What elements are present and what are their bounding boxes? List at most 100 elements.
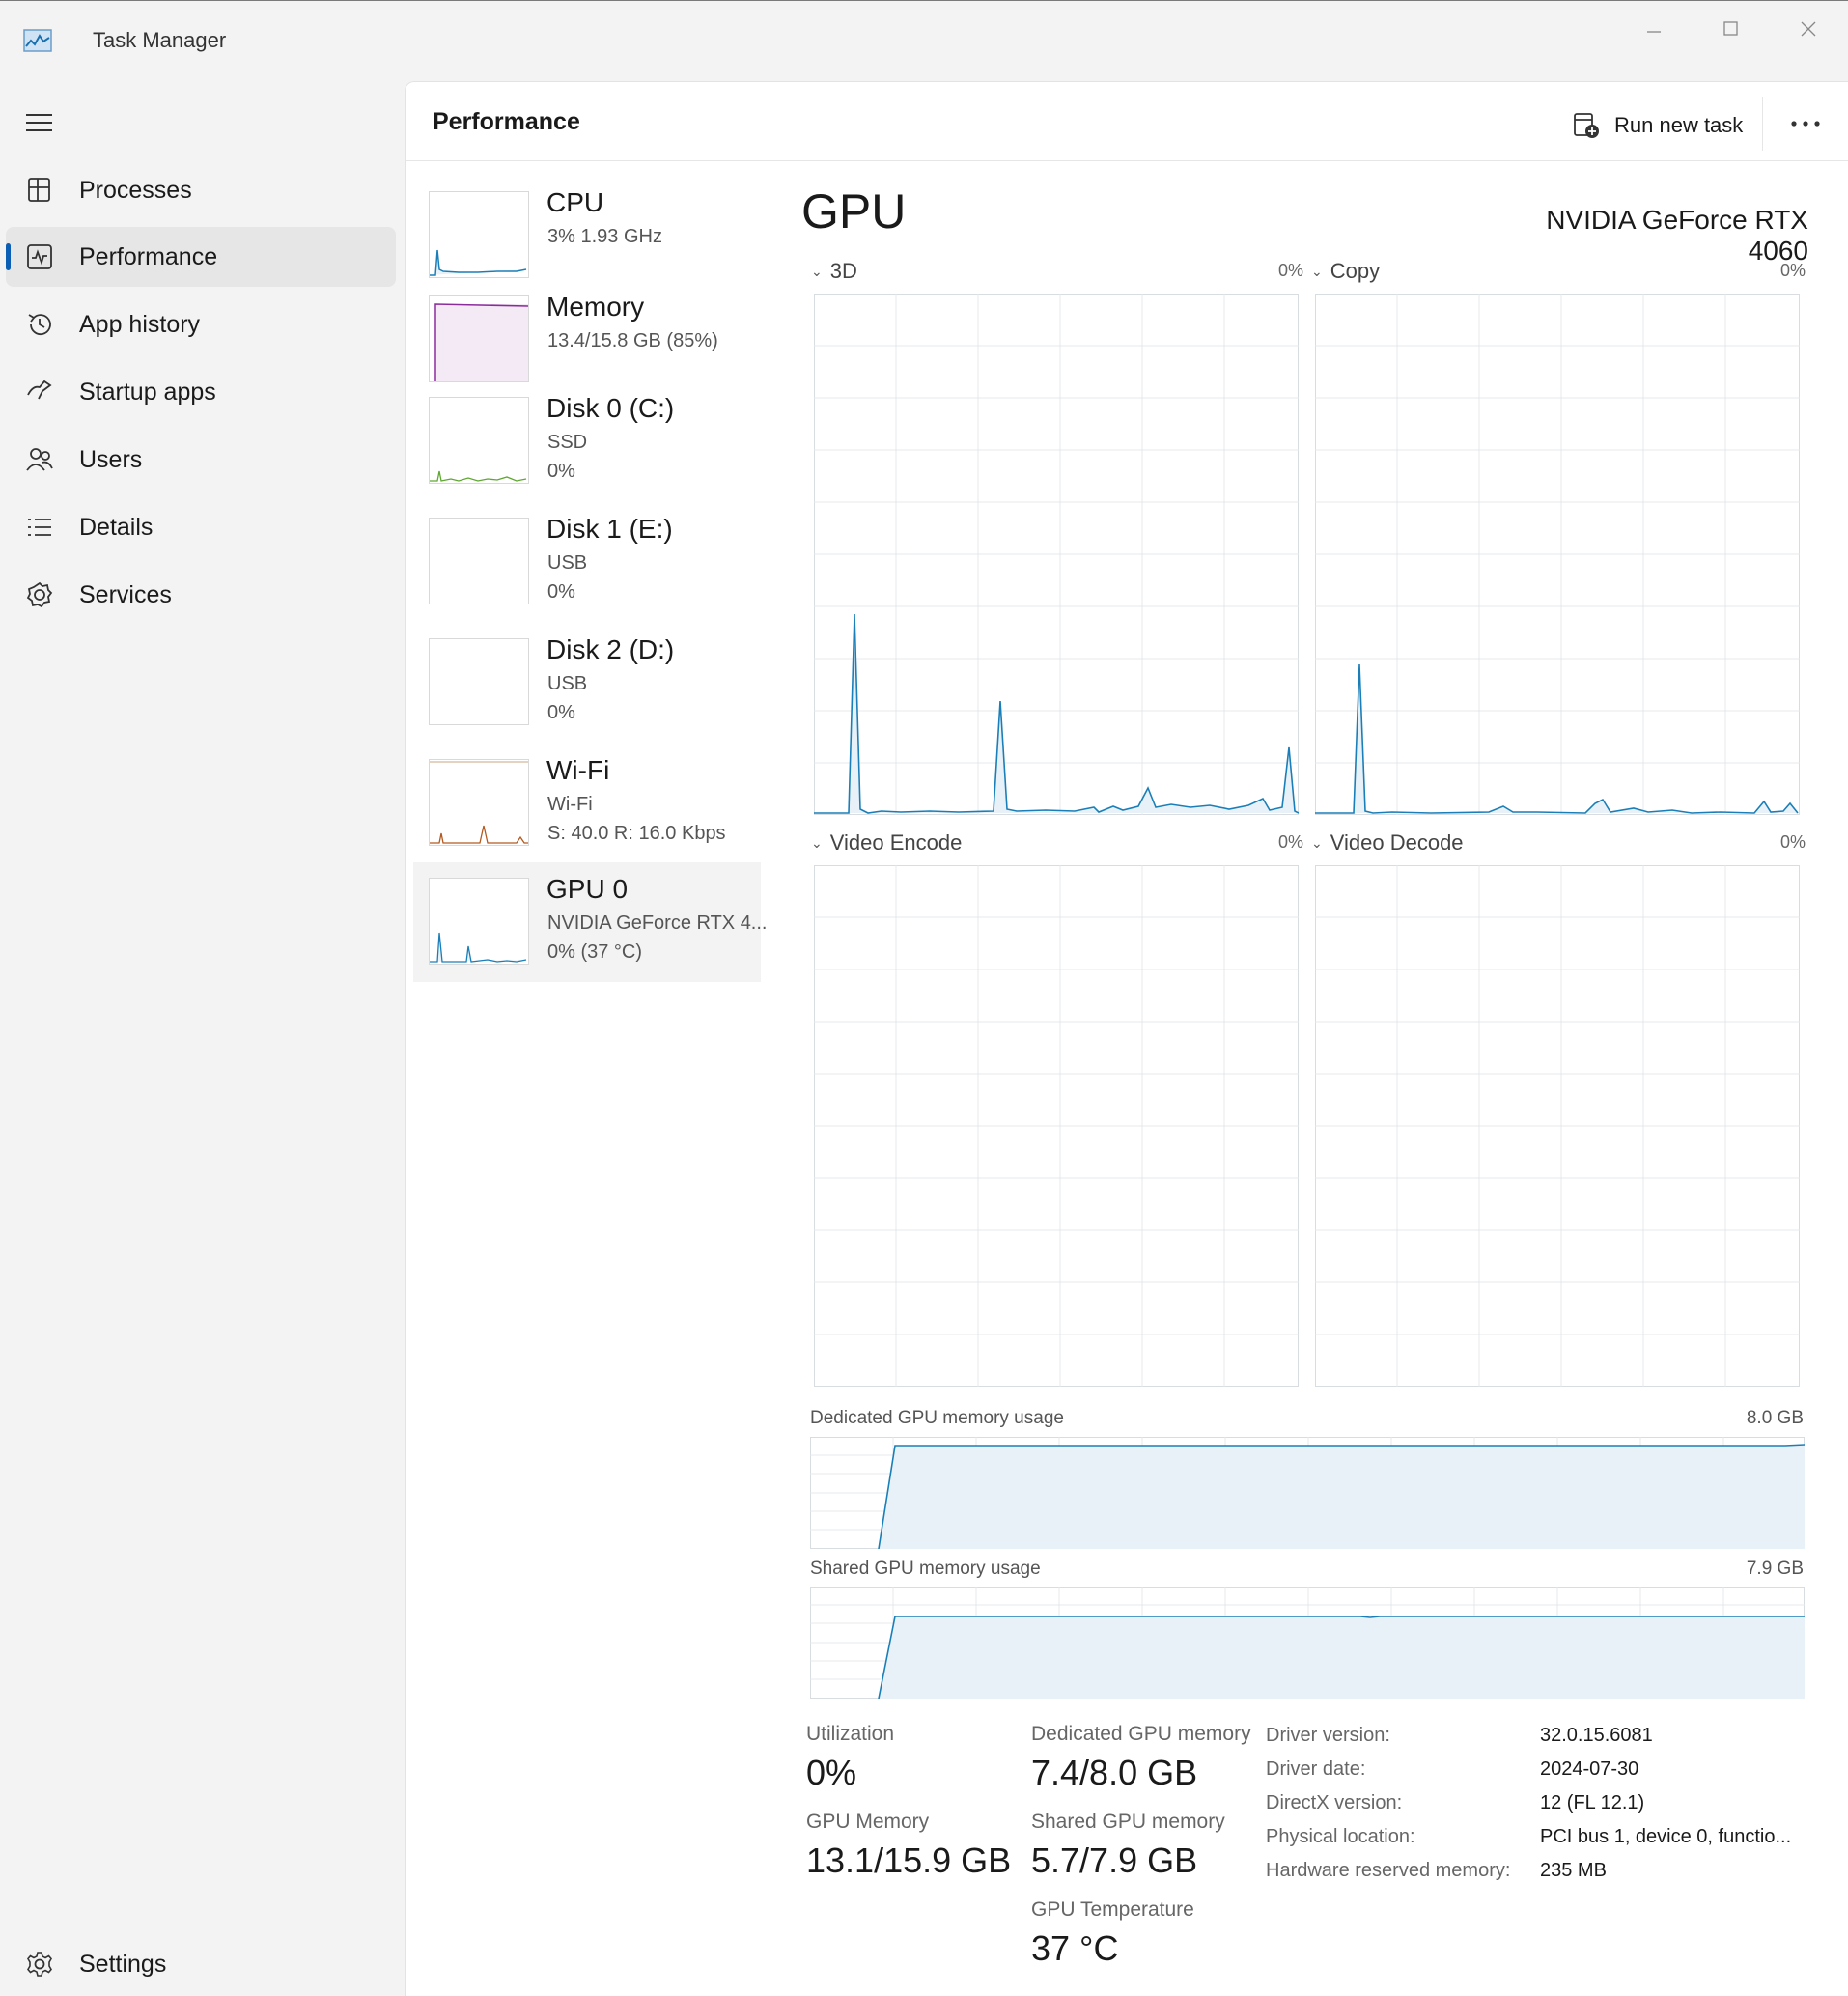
info-value: 235 MB: [1540, 1860, 1607, 1881]
gpu-title: GPU: [801, 184, 907, 239]
graph-video-encode: [814, 865, 1299, 1387]
nav-item-settings[interactable]: Settings: [6, 1937, 396, 1991]
nav-item-performance[interactable]: Performance: [6, 227, 396, 287]
disk-1-thumbnail-graph: [429, 518, 529, 604]
resource-name: Disk 0 (C:): [546, 393, 675, 423]
hamburger-menu-button[interactable]: [23, 108, 56, 137]
info-label: Hardware reserved memory:: [1266, 1860, 1511, 1881]
resource-item-cpu[interactable]: CPU 3% 1.93 GHz: [413, 183, 761, 299]
startup-icon: [25, 378, 54, 407]
engine-selector-copy[interactable]: ⌄ Copy: [1311, 259, 1380, 284]
chevron-down-icon: ⌄: [1311, 263, 1323, 279]
resource-detail: 0%: [547, 461, 575, 482]
info-value: PCI bus 1, device 0, functio...: [1540, 1826, 1792, 1847]
nav-item-details[interactable]: Details: [6, 497, 396, 557]
disk-2-thumbnail-graph: [429, 638, 529, 725]
engine-percent: 0%: [1277, 832, 1303, 852]
info-label: Driver version:: [1266, 1725, 1390, 1746]
resource-item-wifi[interactable]: Wi-Fi Wi-Fi S: 40.0 R: 16.0 Kbps: [413, 751, 761, 867]
shared-memory-graph: [810, 1587, 1805, 1699]
resource-item-disk-2[interactable]: Disk 2 (D:) USB 0%: [413, 631, 761, 746]
nav-item-app-history[interactable]: App history: [6, 295, 396, 354]
dedicated-memory-max: 8.0 GB: [1746, 1408, 1804, 1428]
resource-detail: Wi-Fi: [547, 794, 593, 815]
resource-detail: NVIDIA GeForce RTX 4...: [547, 913, 768, 934]
processes-icon: [25, 176, 54, 205]
dedicated-memory-value: 7.4/8.0 GB: [1031, 1753, 1198, 1792]
nav-item-services[interactable]: Services: [6, 565, 396, 625]
settings-label: Settings: [79, 1951, 167, 1978]
chevron-down-icon: ⌄: [811, 263, 823, 279]
nav-item-label: Processes: [79, 177, 192, 204]
graph-3d: [814, 294, 1299, 815]
shared-memory-label: Shared GPU memory: [1031, 1811, 1225, 1833]
nav-item-users[interactable]: Users: [6, 430, 396, 490]
resource-name: Wi-Fi: [546, 755, 610, 785]
more-icon: [1791, 121, 1820, 127]
close-button[interactable]: [1778, 10, 1839, 48]
engine-label: Video Encode: [829, 830, 963, 855]
nav-item-processes[interactable]: Processes: [6, 160, 396, 220]
run-task-label: Run new task: [1614, 113, 1744, 137]
dedicated-memory-label: Dedicated GPU memory: [1031, 1723, 1251, 1745]
utilization-label: Utilization: [806, 1723, 895, 1745]
hamburger-icon: [26, 114, 52, 131]
gpu-temperature-value: 37 °C: [1031, 1928, 1119, 1968]
info-label: Physical location:: [1266, 1826, 1415, 1847]
nav-item-label: Services: [79, 581, 172, 608]
close-icon: [1801, 21, 1816, 37]
cpu-thumbnail-graph: [429, 191, 529, 278]
selection-indicator: [6, 243, 11, 270]
gpu-model-name: NVIDIA GeForce RTX 4060: [1546, 205, 1808, 266]
resource-detail: S: 40.0 R: 16.0 Kbps: [547, 823, 726, 844]
details-icon: [25, 513, 54, 542]
engine-selector-video-encode[interactable]: ⌄ Video Encode: [811, 830, 962, 856]
info-value: 12 (FL 12.1): [1540, 1792, 1645, 1813]
services-icon: [25, 580, 54, 609]
engine-label: Copy: [1330, 259, 1381, 283]
nav-item-startup-apps[interactable]: Startup apps: [6, 362, 396, 422]
more-options-button[interactable]: [1786, 104, 1825, 143]
nav-item-label: App history: [79, 311, 201, 338]
engine-selector-video-decode[interactable]: ⌄ Video Decode: [1311, 830, 1464, 856]
nav-item-label: Users: [79, 446, 143, 473]
resource-name: Disk 2 (D:): [546, 634, 675, 664]
chevron-down-icon: ⌄: [1311, 834, 1323, 851]
nav-item-label: Performance: [79, 243, 218, 270]
maximize-button[interactable]: [1700, 10, 1762, 48]
task-manager-app-icon: [23, 27, 52, 54]
resource-item-gpu-0[interactable]: GPU 0 NVIDIA GeForce RTX 4... 0% (37 °C): [413, 862, 767, 982]
dedicated-memory-graph: [810, 1437, 1805, 1549]
graph-copy: [1315, 294, 1800, 815]
page-title: Performance: [433, 108, 580, 135]
resource-detail: USB: [547, 552, 588, 574]
shared-memory-graph-label: Shared GPU memory usage: [810, 1559, 1041, 1579]
resource-item-memory[interactable]: Memory 13.4/15.8 GB (85%): [413, 288, 761, 404]
resource-item-disk-1[interactable]: Disk 1 (E:) USB 0%: [413, 510, 761, 626]
info-label: DirectX version:: [1266, 1792, 1403, 1813]
resource-detail: 0% (37 °C): [547, 942, 643, 963]
resource-name: Memory: [546, 292, 645, 322]
memory-thumbnail-graph: [429, 295, 529, 382]
resource-name: GPU 0: [546, 874, 629, 904]
graph-video-decode: [1315, 865, 1800, 1387]
info-value: 2024-07-30: [1540, 1758, 1639, 1780]
minimize-button[interactable]: [1623, 10, 1685, 48]
dedicated-memory-graph-label: Dedicated GPU memory usage: [810, 1408, 1064, 1428]
run-new-task-button[interactable]: Run new task: [1572, 106, 1743, 145]
engine-percent: 0%: [1277, 261, 1303, 280]
history-icon: [25, 310, 54, 339]
info-value: 32.0.15.6081: [1540, 1725, 1653, 1746]
shared-memory-value: 5.7/7.9 GB: [1031, 1841, 1198, 1880]
disk-0-thumbnail-graph: [429, 397, 529, 484]
title-bar: [0, 0, 1848, 78]
resource-detail: SSD: [547, 432, 588, 453]
minimize-icon: [1647, 31, 1661, 33]
engine-selector-3d[interactable]: ⌄ 3D: [811, 259, 857, 284]
resource-detail: 0%: [547, 581, 575, 603]
info-label: Driver date:: [1266, 1758, 1366, 1780]
resource-item-disk-0[interactable]: Disk 0 (C:) SSD 0%: [413, 389, 761, 505]
gear-icon: [25, 1950, 54, 1979]
engine-label: Video Decode: [1330, 830, 1464, 855]
nav-item-label: Details: [79, 514, 154, 541]
